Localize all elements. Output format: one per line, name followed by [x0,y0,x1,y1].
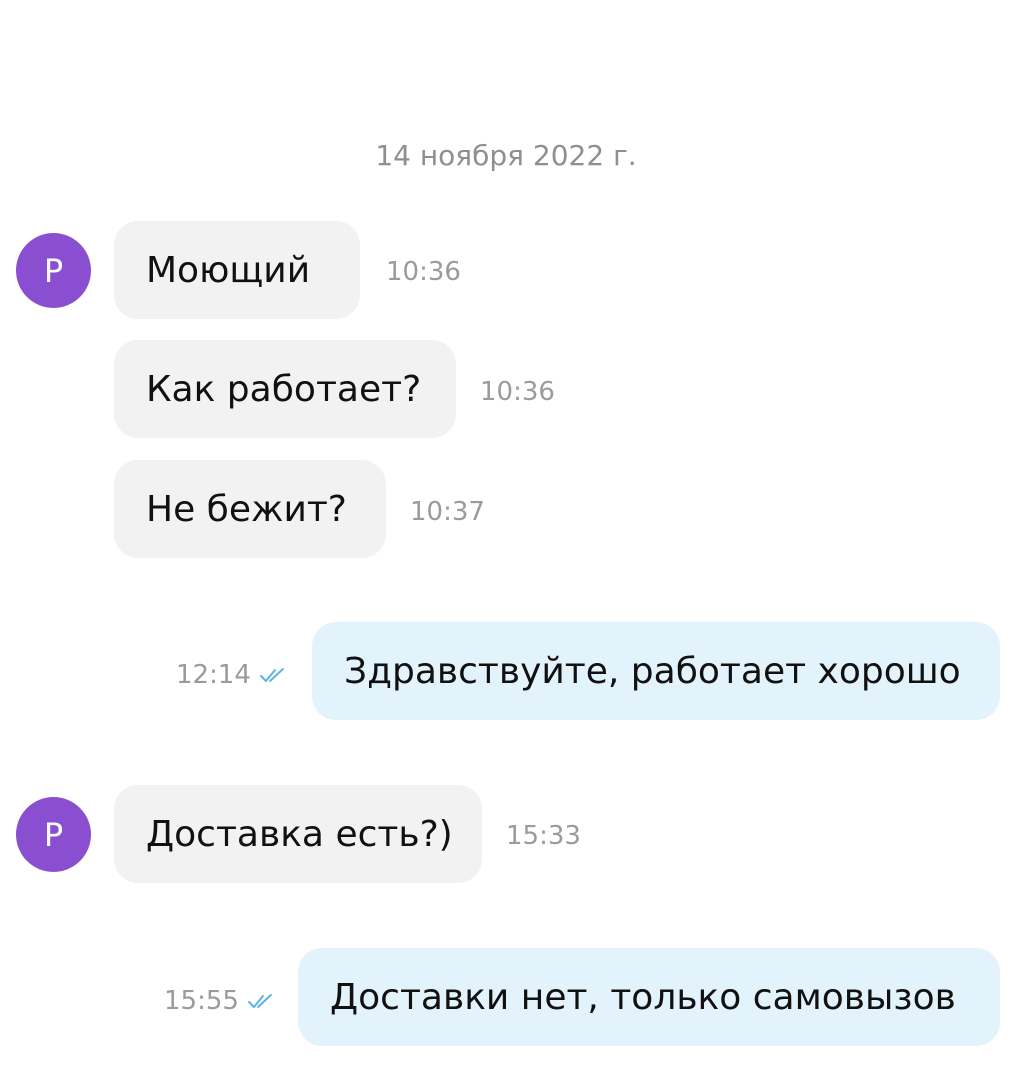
message-bubble-outgoing[interactable]: Здравствуйте, работает хорошо [312,622,1000,720]
avatar[interactable]: P [16,233,91,308]
message-time: 10:37 [410,497,485,527]
message-text: Доставка есть?) [146,813,453,855]
message-bubble-outgoing[interactable]: Доставки нет, только самовызов [298,948,1000,1046]
message-bubble-incoming[interactable]: Доставка есть?) [114,785,482,883]
message-time: 15:55 [164,986,239,1016]
message-text: Здравствуйте, работает хорошо [344,650,961,692]
message-text: Не бежит? [146,488,347,530]
double-check-icon [259,668,284,682]
avatar-letter: P [43,815,64,854]
message-time: 10:36 [480,377,555,407]
message-meta: 15:55 [164,985,277,1017]
message-time: 15:33 [506,821,581,851]
avatar-letter: P [43,251,64,290]
double-check-icon [247,994,272,1008]
date-separator: 14 ноября 2022 г. [375,139,637,172]
message-time: 10:36 [386,257,461,287]
message-text: Как работает? [146,368,422,410]
message-bubble-incoming[interactable]: Не бежит? [114,460,386,558]
avatar[interactable]: P [16,797,91,872]
message-meta: 12:14 [176,659,289,691]
message-time: 12:14 [176,660,251,690]
message-text: Доставки нет, только самовызов [330,976,956,1018]
message-bubble-incoming[interactable]: Моющий [114,221,360,319]
message-bubble-incoming[interactable]: Как работает? [114,340,456,438]
message-text: Моющий [146,249,311,291]
